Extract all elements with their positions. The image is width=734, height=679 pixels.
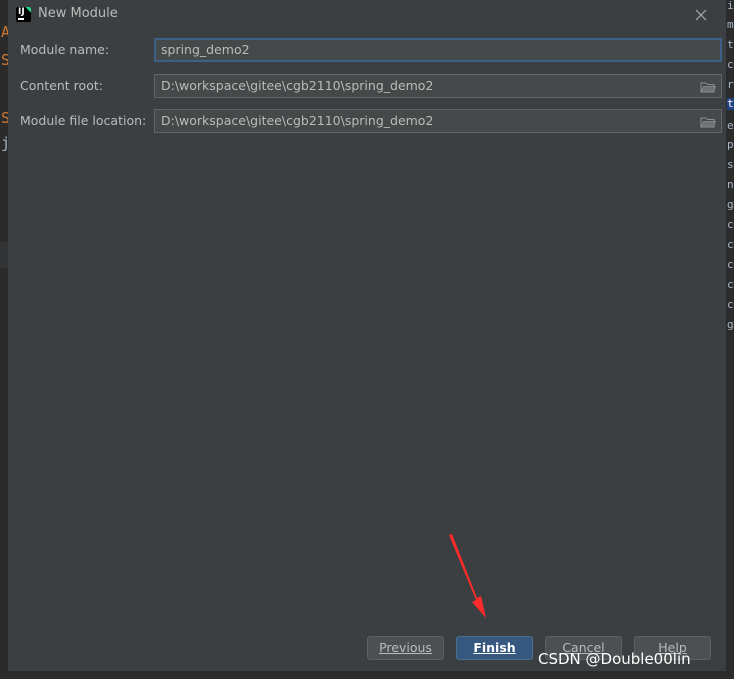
editor-fragment: c bbox=[727, 219, 734, 231]
editor-fragment: g. bbox=[727, 199, 734, 211]
intellij-icon-text: IJ bbox=[18, 7, 25, 17]
editor-fragment: p bbox=[727, 139, 734, 151]
editor-fragment: g. bbox=[727, 319, 734, 331]
editor-fragment: c bbox=[727, 279, 734, 291]
module-name-label-text: Module name: bbox=[20, 42, 110, 57]
intellij-icon-bar bbox=[18, 18, 24, 20]
editor-fragment: t bbox=[727, 39, 734, 51]
dialog-titlebar[interactable]: IJ New Module bbox=[8, 0, 726, 30]
editor-fragment: c bbox=[727, 299, 734, 311]
editor-fragment: e bbox=[727, 120, 734, 132]
finish-button[interactable]: Finish bbox=[456, 636, 533, 660]
close-icon[interactable] bbox=[692, 6, 710, 24]
editor-fragment: c bbox=[727, 239, 734, 251]
folder-icon[interactable] bbox=[700, 114, 717, 128]
content-root-value: D:\workspace\gitee\cgb2110\spring_demo2 bbox=[161, 78, 434, 93]
dialog-title: New Module bbox=[38, 6, 118, 21]
editor-fragment: s bbox=[727, 159, 734, 171]
screenshot-stage: A S S j ic m t cl rif ta e p s nc g. c c… bbox=[0, 0, 734, 679]
editor-fragment: nc bbox=[727, 179, 734, 191]
editor-fragment: ic bbox=[727, 0, 734, 12]
module-name-value: spring_demo2 bbox=[161, 42, 250, 57]
intellij-icon: IJ bbox=[16, 7, 31, 22]
module-file-location-label-text: Module file location: bbox=[20, 113, 147, 128]
intellij-icon-accent bbox=[25, 7, 31, 13]
module-name-input[interactable]: spring_demo2 bbox=[154, 38, 722, 62]
content-root-label: Content root: bbox=[20, 78, 103, 93]
annotation-arrow-icon bbox=[449, 534, 486, 618]
editor-fragment: cl bbox=[727, 59, 734, 71]
editor-fragment: c bbox=[727, 259, 734, 271]
content-root-input[interactable]: D:\workspace\gitee\cgb2110\spring_demo2 bbox=[154, 74, 722, 98]
previous-button[interactable]: Previous bbox=[367, 636, 444, 660]
editor-fragment-highlight: ta bbox=[727, 98, 734, 110]
content-root-label-text: Content root: bbox=[20, 78, 103, 93]
watermark: CSDN @Double00lin bbox=[538, 650, 691, 668]
module-name-label: Module name: bbox=[20, 42, 109, 57]
module-file-location-value: D:\workspace\gitee\cgb2110\spring_demo2 bbox=[161, 113, 434, 128]
module-file-location-input[interactable]: D:\workspace\gitee\cgb2110\spring_demo2 bbox=[154, 109, 722, 133]
module-file-location-label: Module file location: bbox=[20, 113, 146, 128]
background-editor-right: ic m t cl rif ta e p s nc g. c c c c c g… bbox=[726, 0, 734, 679]
editor-fragment: m bbox=[727, 19, 734, 31]
folder-icon[interactable] bbox=[700, 79, 717, 93]
new-module-dialog: IJ New Module Module name: spring_demo2 bbox=[8, 0, 727, 672]
editor-fragment: rif bbox=[727, 79, 734, 91]
